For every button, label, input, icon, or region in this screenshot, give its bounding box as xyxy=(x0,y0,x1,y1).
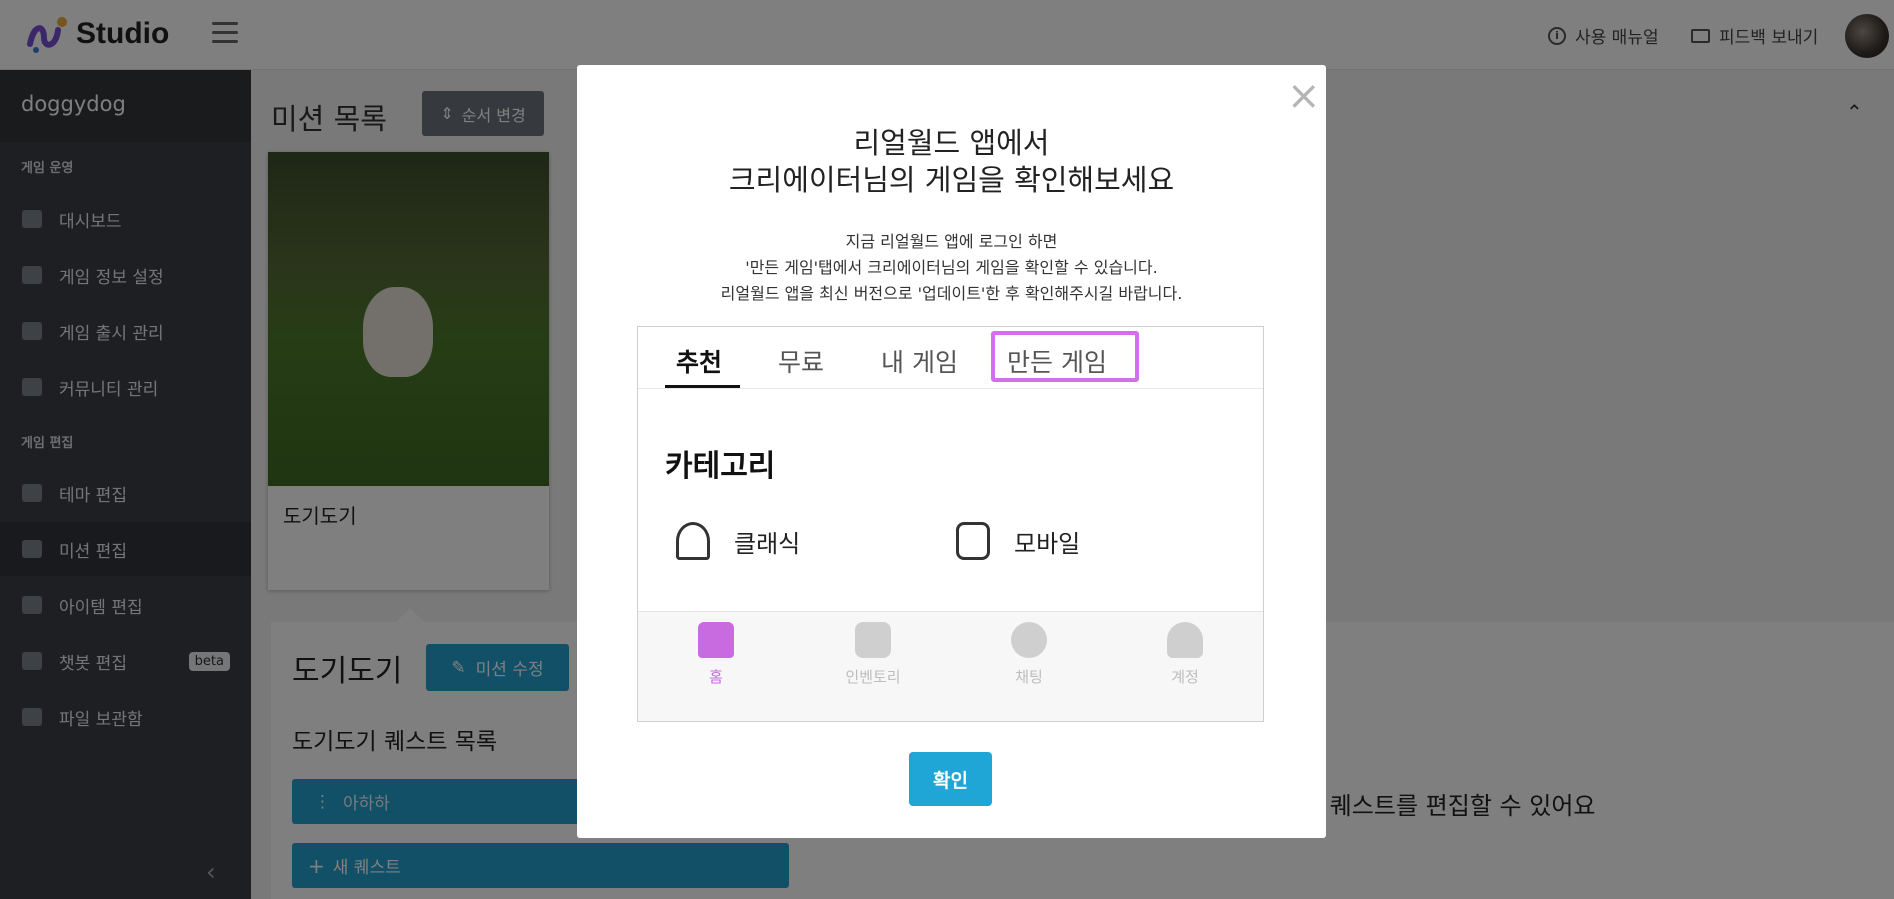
app-nav-home: 홈 xyxy=(676,622,756,687)
app-tabs: 추천 무료 내 게임 만든 게임 xyxy=(638,327,1263,389)
app-screenshot: 추천 무료 내 게임 만든 게임 카테고리 클래식 모바일 홈 인벤토리 채팅 … xyxy=(637,326,1264,722)
category-title: 카테고리 xyxy=(665,449,776,484)
home-icon xyxy=(698,622,734,658)
modal-description: 지금 리얼월드 앱에 로그인 하면 '만든 게임'탭에서 크리에이터님의 게임을… xyxy=(720,232,1183,303)
user-icon xyxy=(1167,622,1203,658)
backpack-icon xyxy=(855,622,891,658)
app-check-modal: × 리얼월드 앱에서 크리에이터님의 게임을 확인해보세요 지금 리얼월드 앱에… xyxy=(577,65,1326,838)
chat-bubble-icon xyxy=(1011,622,1047,658)
active-tab-underline xyxy=(665,385,740,388)
app-nav-account: 계정 xyxy=(1145,622,1225,687)
close-icon[interactable]: × xyxy=(1287,73,1321,119)
app-tab-free: 무료 xyxy=(778,348,825,377)
category-mobile: 모바일 xyxy=(956,522,1080,560)
app-nav-chat: 채팅 xyxy=(989,622,1069,687)
tree-icon xyxy=(676,522,710,560)
phone-icon xyxy=(956,522,990,560)
category-classic: 클래식 xyxy=(676,522,800,560)
modal-title: 리얼월드 앱에서 크리에이터님의 게임을 확인해보세요 xyxy=(728,126,1175,197)
highlight-box xyxy=(991,331,1139,382)
app-nav-inventory: 인벤토리 xyxy=(833,622,913,687)
app-tab-my-games: 내 게임 xyxy=(881,348,958,377)
app-tab-recommend: 추천 xyxy=(676,348,723,377)
confirm-button[interactable]: 확인 xyxy=(909,752,992,806)
app-bottom-nav: 홈 인벤토리 채팅 계정 xyxy=(638,611,1263,721)
